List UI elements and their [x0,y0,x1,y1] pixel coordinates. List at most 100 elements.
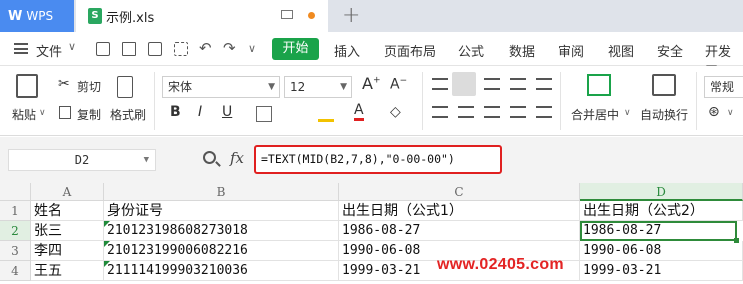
cell-b2[interactable]: 210123198608273018 [104,221,339,241]
redo-icon[interactable]: ↷ [223,39,236,57]
format-painter-button[interactable]: 格式刷 [110,106,146,123]
monitor-icon[interactable] [281,10,293,19]
cell-c2[interactable]: 1986-08-27 [339,221,580,241]
font-size-chevron-icon: ▼ [340,82,347,92]
align-center-icon[interactable] [458,106,474,118]
scissors-icon[interactable]: ✂ [58,76,70,92]
new-tab-button[interactable]: + [342,3,360,28]
cell-d4[interactable]: 1999-03-21 [580,261,743,281]
justify-icon[interactable] [510,106,526,118]
fill-handle[interactable] [734,238,739,243]
cell-c1[interactable]: 出生日期（公式1） [339,201,580,221]
underline-icon[interactable]: U [222,104,232,120]
undo-icon[interactable]: ↶ [199,39,212,57]
cell-b3-value: 210123199006082216 [107,243,248,258]
copy-button[interactable]: 复制 [77,106,101,123]
zoom-icon[interactable] [203,151,216,164]
column-header-a[interactable]: A [31,183,104,201]
merge-center-button[interactable]: 合并居中 [571,106,619,123]
select-all-corner[interactable] [0,183,31,201]
ribbon-divider [696,72,697,130]
wrap-text-button[interactable]: 自动换行 [640,106,688,123]
tab-view[interactable]: 视图 [608,41,634,60]
cell-a4[interactable]: 王五 [31,261,104,281]
title-bar: W WPS S 示例.xls + [0,0,743,32]
indent-increase-icon[interactable] [536,78,552,90]
row-header-2[interactable]: 2 [0,221,31,241]
fill-color-icon[interactable] [318,106,334,122]
font-color-icon[interactable]: A [354,102,364,121]
align-bottom-icon[interactable] [484,78,500,90]
italic-icon[interactable]: I [198,104,202,120]
paste-chevron-icon[interactable]: ∨ [39,108,46,118]
column-header-b[interactable]: B [104,183,339,201]
cell-d3[interactable]: 1990-06-08 [580,241,743,261]
merge-chevron-icon[interactable]: ∨ [624,108,631,118]
format-painter-icon[interactable] [117,76,133,98]
ribbon-divider [154,72,155,130]
copy-icon[interactable] [59,106,71,119]
increase-font-icon[interactable]: A+ [362,74,381,93]
name-box[interactable]: D2 ▼ [8,149,156,171]
hamburger-icon[interactable] [14,43,28,54]
save-icon[interactable] [96,42,110,56]
print-icon[interactable] [148,42,162,56]
column-header-d[interactable]: D [580,183,743,201]
watermark-text: www.02405.com [437,256,564,273]
cut-button[interactable]: 剪切 [77,78,101,95]
wps-home-tab[interactable]: W WPS [0,0,74,32]
merge-center-icon[interactable] [587,74,611,96]
tab-page-layout[interactable]: 页面布局 [384,41,436,60]
align-top-icon[interactable] [432,78,448,90]
document-tab[interactable]: S 示例.xls [76,0,328,32]
distributed-icon[interactable] [536,106,552,118]
cell-b1[interactable]: 身份证号 [104,201,339,221]
align-left-icon[interactable] [432,106,448,118]
font-name-select[interactable]: 宋体 ▼ [162,76,280,98]
cell-a2[interactable]: 张三 [31,221,104,241]
print-preview-icon[interactable] [174,42,188,56]
tab-start[interactable]: 开始 [272,38,319,60]
wps-tab-label: WPS [26,9,54,23]
cell-d1[interactable]: 出生日期（公式2） [580,201,743,221]
indent-decrease-icon[interactable] [510,78,526,90]
insert-function-icon[interactable]: fx [230,149,244,167]
border-icon[interactable] [256,106,272,122]
number-format-select[interactable]: 常规 [704,76,743,98]
cell-b3[interactable]: 210123199006082216 [104,241,339,261]
currency-icon[interactable]: ⊛ [708,104,720,120]
formula-input[interactable]: =TEXT(MID(B2,7,8),"0-00-00") [254,145,502,174]
row-header-4[interactable]: 4 [0,261,31,281]
ribbon-divider [560,72,561,130]
tab-data[interactable]: 数据 [509,41,535,60]
cell-b4[interactable]: 211114199903210036 [104,261,339,281]
unsaved-dot-icon [308,12,315,19]
paste-button[interactable]: 粘贴 [12,106,36,123]
row-header-3[interactable]: 3 [0,241,31,261]
column-header-c[interactable]: C [339,183,580,201]
file-menu[interactable]: 文件 [36,41,62,60]
font-name-chevron-icon: ▼ [268,82,275,92]
tab-review[interactable]: 审阅 [558,41,584,60]
eraser-icon[interactable]: ◇ [390,104,401,120]
cell-a1[interactable]: 姓名 [31,201,104,221]
currency-chevron-icon[interactable]: ∨ [727,108,734,118]
chevron-down-icon[interactable]: ∨ [68,40,76,53]
paste-icon[interactable] [16,74,38,98]
number-format-value: 常规 [710,80,735,94]
tab-insert[interactable]: 插入 [334,41,360,60]
document-tab-label: 示例.xls [106,10,155,26]
align-right-icon[interactable] [484,106,500,118]
tab-security[interactable]: 安全 [657,41,683,60]
cell-d2[interactable]: 1986-08-27 [580,221,737,241]
font-size-select[interactable]: 12 ▼ [284,76,352,98]
align-middle-icon[interactable] [452,72,476,96]
wrap-text-icon[interactable] [652,74,676,96]
export-icon[interactable] [122,42,136,56]
decrease-font-icon[interactable]: A− [390,76,407,93]
row-header-1[interactable]: 1 [0,201,31,221]
quick-access-chevron-icon[interactable]: ∨ [248,42,256,55]
tab-formulas[interactable]: 公式 [458,41,484,60]
cell-a3[interactable]: 李四 [31,241,104,261]
bold-icon[interactable]: B [170,104,181,120]
